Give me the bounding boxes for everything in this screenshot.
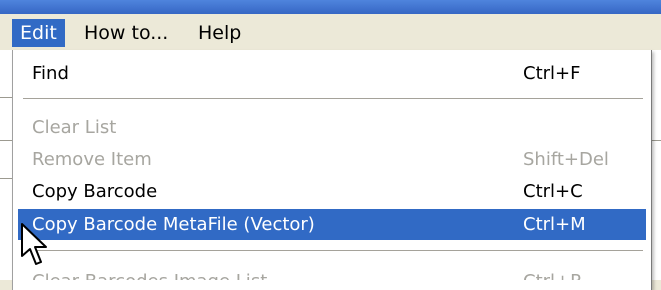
menu-item-shortcut: Ctrl+R	[523, 266, 583, 280]
menu-item-label: Copy Barcode	[32, 181, 158, 202]
menu-edit[interactable]: Edit	[12, 19, 65, 47]
title-bar-strip	[0, 0, 661, 14]
background-divider	[0, 140, 12, 141]
menu-item-clear-barcodes-image-list[interactable]: Clear Barcodes Image List Ctrl+R	[18, 256, 646, 280]
arrow-pointer-icon	[21, 223, 47, 265]
menu-how-to[interactable]: How to...	[76, 19, 176, 47]
menu-item-shortcut: Ctrl+M	[523, 214, 586, 235]
menu-item-remove-item[interactable]: Remove Item Shift+Del	[18, 144, 646, 175]
background-divider	[0, 97, 12, 98]
menu-item-label: Copy Barcode MetaFile (Vector)	[32, 214, 315, 235]
menu-item-copy-barcode[interactable]: Copy Barcode Ctrl+C	[18, 176, 646, 207]
menu-item-label: Find	[32, 63, 69, 84]
menu-item-label: Clear List	[32, 117, 117, 138]
menu-item-shortcut: Ctrl+F	[523, 63, 581, 84]
menu-help[interactable]: Help	[190, 19, 249, 47]
menu-item-find[interactable]: Find Ctrl+F	[18, 58, 646, 89]
edit-menu-dropdown: Find Ctrl+F Clear List Remove Item Shift…	[12, 50, 652, 290]
menu-separator	[23, 98, 643, 100]
menu-item-shortcut: Shift+Del	[523, 149, 609, 170]
menu-separator	[23, 250, 643, 252]
menu-item-label: Remove Item	[32, 149, 152, 170]
menu-item-copy-barcode-metafile[interactable]: Copy Barcode MetaFile (Vector) Ctrl+M	[18, 209, 646, 240]
menu-item-label: Clear Barcodes Image List	[32, 266, 267, 280]
background-divider	[0, 178, 12, 179]
menu-item-shortcut: Ctrl+C	[523, 181, 583, 202]
menu-bar: Edit How to... Help	[0, 14, 661, 51]
menu-item-clear-list[interactable]: Clear List	[18, 112, 646, 143]
